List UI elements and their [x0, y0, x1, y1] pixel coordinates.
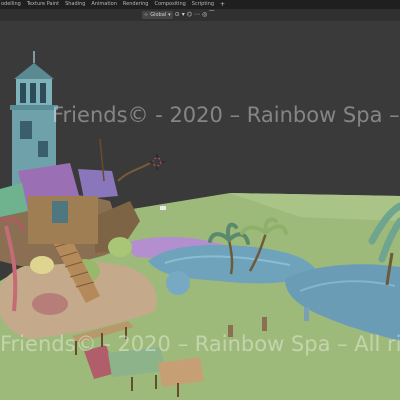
chevron-down-icon: ▾ — [168, 12, 171, 18]
purple-roof-2 — [78, 169, 118, 199]
transform-orientation-dropdown[interactable]: ⊹ Global ▾ — [142, 11, 173, 19]
tab-rendering[interactable]: Rendering — [120, 0, 152, 9]
orientation-icon: ⊹ — [144, 12, 149, 18]
camera-object[interactable] — [160, 206, 166, 210]
pink-rock — [32, 293, 68, 315]
falloff-icon[interactable]: ⁀ — [209, 11, 214, 19]
tab-scripting[interactable]: Scripting — [189, 0, 217, 9]
blender-window: odelling Texture Paint Shading Animation… — [0, 0, 400, 400]
watermark-bottom: Friends© - 2020 – Rainbow Spa – All rig — [0, 332, 400, 356]
tab-texture-paint[interactable]: Texture Paint — [24, 0, 62, 9]
post-3 — [304, 307, 309, 321]
orientation-label: Global — [150, 12, 167, 18]
transform-pivot-icon[interactable]: ⊙ — [175, 11, 180, 19]
tab-shading[interactable]: Shading — [62, 0, 88, 9]
3d-viewport[interactable]: Friends© - 2020 – Rainbow Spa – All rig … — [0, 21, 400, 400]
proportional-editing-icon[interactable]: ◎ — [202, 11, 207, 19]
tab-compositing[interactable]: Compositing — [151, 0, 188, 9]
viewport-header: ⊹ Global ▾ ⊙ ▾ ⌬ ⋯ ◎ ⁀ — [0, 9, 400, 21]
add-workspace-button[interactable]: + — [217, 0, 228, 9]
pivot-chevron-icon[interactable]: ▾ — [182, 11, 185, 19]
green-rock-2 — [108, 237, 132, 257]
tab-modelling[interactable]: odelling — [0, 0, 24, 9]
yellow-rock — [30, 256, 54, 274]
post-2 — [262, 317, 267, 331]
tab-animation[interactable]: Animation — [88, 0, 120, 9]
house-door — [52, 201, 68, 223]
workspace-tab-bar: odelling Texture Paint Shading Animation… — [0, 0, 400, 9]
blue-boulder — [166, 271, 190, 295]
watermark-top: Friends© - 2020 – Rainbow Spa – All rig — [52, 103, 400, 127]
viewport-scene: Friends© - 2020 – Rainbow Spa – All rig … — [0, 21, 400, 400]
snap-settings-icon[interactable]: ⋯ — [194, 11, 200, 19]
snap-icon[interactable]: ⌬ — [187, 11, 192, 19]
